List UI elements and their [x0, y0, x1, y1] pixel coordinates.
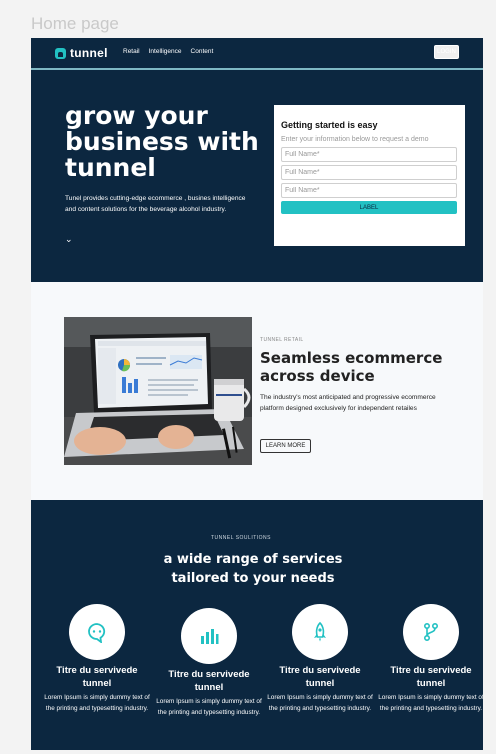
rocket-icon [314, 621, 326, 642]
services-section: TUNNEL SOULITIONS a wide range of servic… [31, 500, 483, 750]
retail-description: The industry's most anticipated and prog… [260, 394, 436, 412]
services-eyebrow: TUNNEL SOULITIONS [211, 535, 271, 541]
service-title: Titre du servivede tunnel [168, 669, 250, 693]
full-name-field-3[interactable] [281, 183, 457, 198]
service-text: Lorem Ipsum is simply dummy text of the … [267, 694, 373, 712]
service-card[interactable]: Titre du servivede tunnel Lorem Ipsum is… [371, 604, 483, 714]
retail-title: Seamless ecommerce across device [260, 349, 443, 385]
full-name-field-2[interactable] [281, 165, 457, 180]
home-page: tunnel Retail Intelligence Content LOGIN… [31, 38, 483, 750]
learn-more-button[interactable]: LEARN MORE [260, 439, 311, 453]
chat-icon [88, 623, 106, 643]
form-submit-button[interactable]: LABEL [281, 201, 457, 214]
services-title: a wide range of services tailored to you… [163, 552, 343, 586]
nav-link-content[interactable]: Content [191, 48, 214, 55]
form-title: Getting started is easy [281, 120, 378, 130]
tunnel-logo-icon [55, 47, 66, 59]
nav-link-retail[interactable]: Retail [123, 48, 140, 55]
service-text: Lorem Ipsum is simply dummy text of the … [156, 698, 262, 716]
service-title: Titre du servivede tunnel [390, 665, 472, 689]
retail-section: TUNNEL RETAIL Seamless ecommerce across … [31, 282, 483, 500]
icon-circle [403, 604, 459, 660]
service-title: Titre du servivede tunnel [279, 665, 361, 689]
hero-subtitle: Tunel provides cutting-edge ecommerce , … [65, 195, 246, 213]
icon-circle [181, 608, 237, 664]
nav-link-intelligence[interactable]: Intelligence [149, 48, 182, 55]
full-name-field-1[interactable] [281, 147, 457, 162]
navbar: tunnel Retail Intelligence Content LOGIN [31, 38, 483, 70]
icon-circle [292, 604, 348, 660]
login-button[interactable]: LOGIN [434, 45, 459, 59]
service-title: Titre du servivede tunnel [56, 665, 138, 689]
hero-title: grow your business with tunnel [65, 101, 259, 182]
service-card[interactable]: Titre du servivede tunnel Lorem Ipsum is… [149, 608, 269, 718]
logo[interactable]: tunnel [55, 46, 108, 60]
service-text: Lorem Ipsum is simply dummy text of the … [44, 694, 150, 712]
laptop-photo [64, 317, 252, 465]
icon-circle [69, 604, 125, 660]
service-card[interactable]: Titre du servivede tunnel Lorem Ipsum is… [260, 604, 380, 714]
frame-label: Home page [31, 14, 119, 33]
bar-chart-icon [201, 629, 219, 644]
nav-links: Retail Intelligence Content [123, 48, 213, 55]
logo-text: tunnel [70, 46, 108, 60]
demo-request-form: Getting started is easy Enter your infor… [274, 105, 465, 246]
service-card[interactable]: Titre du servivede tunnel Lorem Ipsum is… [37, 604, 157, 714]
service-text: Lorem Ipsum is simply dummy text of the … [378, 694, 483, 712]
git-branch-icon [424, 622, 439, 642]
form-description: Enter your information below to request … [281, 136, 429, 143]
hero-section: grow your business with tunnel Tunel pro… [31, 70, 483, 282]
retail-eyebrow: TUNNEL RETAIL [260, 337, 304, 343]
chevron-down-icon[interactable]: ⌄ [65, 235, 73, 245]
